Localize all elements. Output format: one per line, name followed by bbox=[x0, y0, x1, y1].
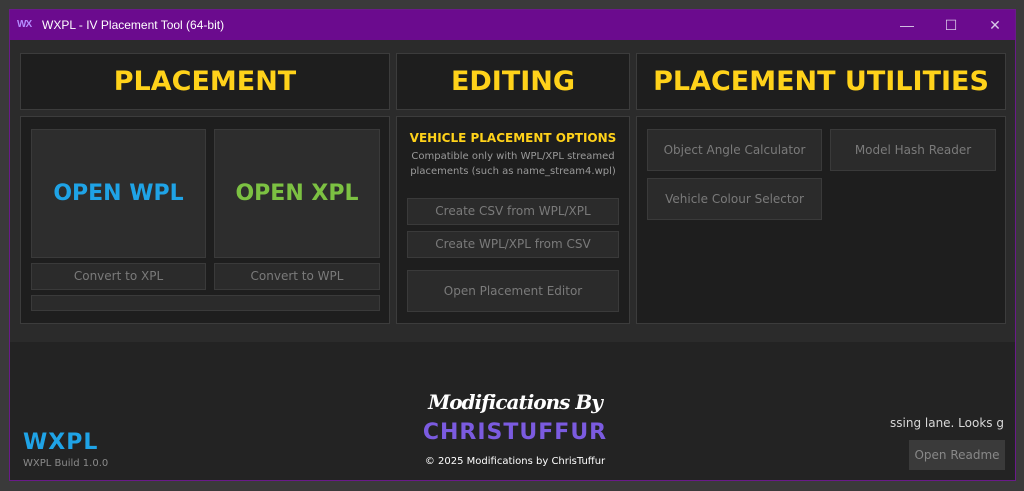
open-readme-button[interactable]: Open Readme bbox=[909, 440, 1005, 470]
open-wpl-button[interactable]: OPEN WPL bbox=[31, 129, 206, 258]
brand-script-text: Modifications By bbox=[428, 390, 603, 414]
title-bar[interactable]: WX WXPL - IV Placement Tool (64-bit) — ☐… bbox=[10, 10, 1015, 40]
object-angle-calculator-button[interactable]: Object Angle Calculator bbox=[647, 129, 822, 171]
convert-to-wpl-button[interactable]: Convert to WPL bbox=[214, 263, 380, 290]
app-window: WX WXPL - IV Placement Tool (64-bit) — ☐… bbox=[9, 9, 1016, 481]
conversion-progress-bar bbox=[31, 295, 380, 311]
app-logo-icon: WX bbox=[17, 19, 32, 30]
header-placement-conversion: PLACEMENT CONVERSION bbox=[20, 53, 390, 153]
editing-panel: VEHICLE PLACEMENT OPTIONS Compatible onl… bbox=[396, 116, 630, 324]
vehicle-options-desc-1: Compatible only with WPL/XPL streamed bbox=[411, 151, 615, 162]
news-ticker: ssing lane. Looks g bbox=[890, 416, 1004, 430]
vehicle-options-desc-2: placements (such as name_stream4.wpl) bbox=[410, 166, 616, 177]
vehicle-colour-selector-button[interactable]: Vehicle Colour Selector bbox=[647, 178, 822, 220]
open-xpl-button[interactable]: OPEN XPL bbox=[214, 129, 380, 258]
build-version: WXPL Build 1.0.0 bbox=[23, 458, 109, 469]
vehicle-options-title: VEHICLE PLACEMENT OPTIONS bbox=[409, 131, 617, 145]
open-placement-editor-button[interactable]: Open Placement Editor bbox=[407, 270, 619, 312]
header-editing-tools: EDITING TOOLS bbox=[396, 53, 630, 153]
placement-utilities-title: PLACEMENT UTILITIES bbox=[653, 66, 989, 97]
window-title: WXPL - IV Placement Tool (64-bit) bbox=[42, 18, 225, 32]
maximize-button[interactable]: ☐ bbox=[929, 10, 973, 40]
close-button[interactable]: ✕ bbox=[973, 10, 1015, 40]
header-placement-utilities: PLACEMENT UTILITIES bbox=[636, 53, 1006, 110]
model-hash-reader-button[interactable]: Model Hash Reader bbox=[830, 129, 996, 171]
brand-name-text: CHRISTUFFUR bbox=[422, 420, 608, 445]
utilities-panel: Object Angle Calculator Model Hash Reade… bbox=[636, 116, 1006, 324]
convert-to-xpl-button[interactable]: Convert to XPL bbox=[31, 263, 206, 290]
wxpl-logo: WXPL bbox=[23, 430, 99, 455]
copyright-text: © 2025 Modifications by ChrisTuffur bbox=[424, 456, 606, 467]
minimize-button[interactable]: — bbox=[885, 10, 929, 40]
create-wpl-xpl-button[interactable]: Create WPL/XPL from CSV bbox=[407, 231, 619, 258]
create-csv-button[interactable]: Create CSV from WPL/XPL bbox=[407, 198, 619, 225]
footer: WXPL WXPL Build 1.0.0 Modifications By C… bbox=[10, 342, 1015, 480]
conversion-panel: OPEN WPL OPEN XPL Convert to XPL Convert… bbox=[20, 116, 390, 324]
